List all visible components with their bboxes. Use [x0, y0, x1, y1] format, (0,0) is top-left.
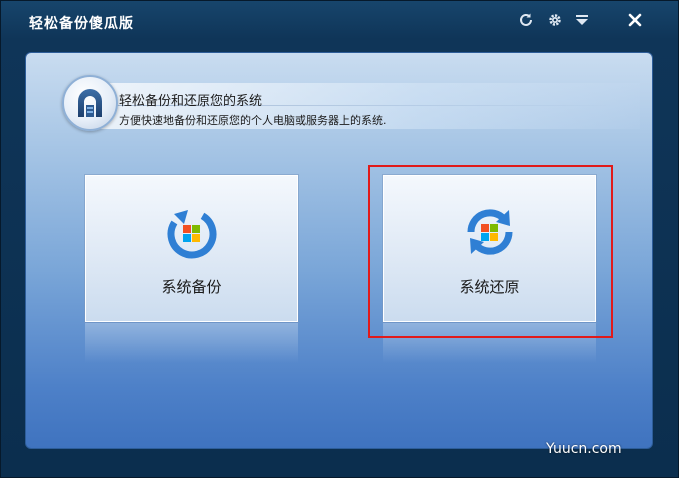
title-bar: 轻松备份傻瓜版 — [1, 1, 679, 41]
gear-icon — [549, 14, 561, 26]
app-window: 轻松备份傻瓜版 轻松备份和还原您的系统 方便快速地备份和还原您的个人电脑或服务器… — [0, 0, 679, 478]
close-button[interactable] — [625, 10, 645, 30]
restore-icon — [466, 209, 513, 255]
tile-label: 系统还原 — [459, 278, 520, 296]
backup-icon — [167, 209, 216, 259]
backup-logo-icon — [78, 89, 102, 117]
app-title: 轻松备份傻瓜版 — [29, 16, 134, 32]
watermark: Yuucn.com — [546, 441, 622, 457]
tile-reflection — [85, 323, 298, 363]
close-icon — [628, 13, 642, 27]
main-panel: 轻松备份和还原您的系统 方便快速地备份和还原您的个人电脑或服务器上的系统. 系统… — [25, 52, 653, 449]
menu-button[interactable] — [572, 10, 592, 30]
app-logo — [62, 75, 118, 131]
header-subtitle: 方便快速地备份和还原您的个人电脑或服务器上的系统. — [119, 114, 387, 127]
refresh-icon — [520, 13, 532, 26]
tile-label: 系统备份 — [161, 278, 222, 296]
system-backup-tile[interactable]: 系统备份 — [85, 175, 298, 322]
system-restore-tile[interactable]: 系统还原 — [383, 175, 596, 322]
menu-icon — [576, 15, 588, 25]
refresh-button[interactable] — [516, 10, 536, 30]
tile-reflection — [383, 323, 596, 363]
settings-button[interactable] — [545, 10, 565, 30]
header-title: 轻松备份和还原您的系统 — [119, 94, 263, 109]
